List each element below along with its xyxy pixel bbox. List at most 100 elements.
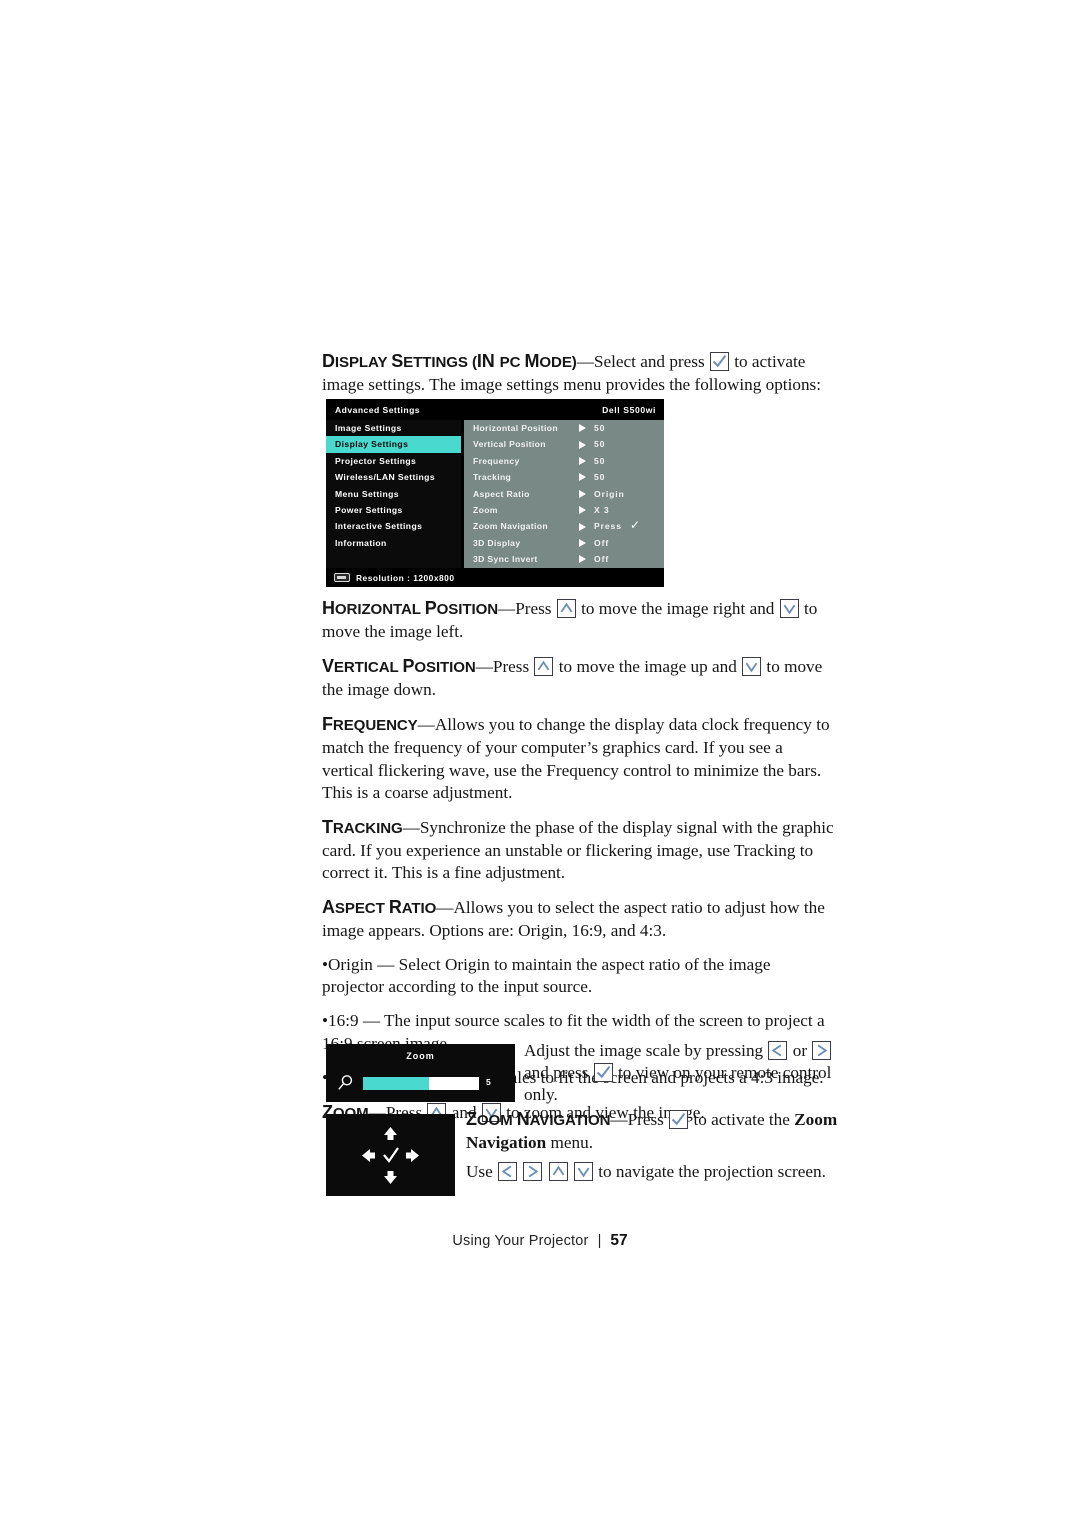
osd-row-3d-sync-invert[interactable]: 3D Sync Invert Off [464,551,664,567]
section-tracking: TRACKING—Synchronize the phase of the di… [322,816,834,884]
osd-row-tracking[interactable]: Tracking 50 [464,469,664,485]
intro-term: DISPLAY SETTINGS (IN PC MODE) [322,351,577,371]
resolution-icon [334,573,350,582]
section-term: ZOOM NAVIGATION [466,1109,611,1129]
nav-text-4: Use [466,1162,493,1182]
osd-row-value: Off [594,537,610,548]
osd-row-label: Vertical Position [473,439,546,450]
down-key-icon[interactable] [573,1162,593,1182]
osd-row-horizontal-position[interactable]: Horizontal Position 50 [464,420,664,436]
zoom-side-text-3: and press [524,1063,589,1083]
check-key-icon[interactable] [709,352,729,371]
section-term: FREQUENCY [322,714,418,735]
right-arrow-icon [579,489,586,498]
right-arrow-icon [579,539,586,548]
section-text-2: to move the image right and [581,599,775,618]
right-arrow-icon [579,424,586,433]
osd-row-value: 50 [594,472,606,483]
left-key-icon[interactable] [768,1041,788,1060]
right-arrow-icon [579,473,586,482]
osd-row-zoom[interactable]: Zoom X 3 [464,502,664,518]
osd-menu-item-information[interactable]: Information [326,535,461,551]
osd-right-panel: Horizontal Position 50 Vertical Position… [464,420,664,568]
osd-menu-item-wireless-lan-settings[interactable]: Wireless/LAN Settings [326,469,461,485]
section-frequency: FREQUENCY—Allows you to change the displ… [322,713,834,803]
page-number: 57 [610,1232,628,1249]
right-arrow-icon [579,555,586,564]
osd-row-aspect-ratio[interactable]: Aspect Ratio Origin [464,486,664,502]
check-key-icon[interactable] [669,1110,689,1129]
osd-menu-item-projector-settings[interactable]: Projector Settings [326,453,461,469]
up-arrow-icon [384,1127,397,1140]
zoom-widget-title: Zoom [406,1051,435,1061]
section-term: VERTICAL POSITION [322,656,476,677]
osd-title: Advanced Settings [335,405,421,415]
osd-menu-item-power-settings[interactable]: Power Settings [326,502,461,518]
zoom-side-text-1: Adjust the image scale by pressing [524,1041,764,1060]
left-arrow-icon [362,1149,375,1162]
osd-left-menu: Image Settings Display Settings Projecto… [326,420,461,568]
nav-text-2: to activate the [693,1110,790,1129]
zoom-side-text-2: or [792,1041,808,1060]
zoom-slider-track[interactable] [363,1077,479,1090]
osd-row-label: 3D Sync Invert [473,554,538,565]
down-key-icon[interactable] [742,657,762,677]
osd-status-bar: Resolution : 1200x800 [326,568,664,587]
resolution-label: Resolution : 1200x800 [356,573,455,583]
right-key-icon[interactable] [812,1041,832,1060]
osd-row-label: Aspect Ratio [473,488,530,499]
section-term: TRACKING [322,816,403,837]
osd-row-frequency[interactable]: Frequency 50 [464,453,664,469]
osd-menu-screenshot: Advanced Settings Dell S500wi Image Sett… [326,399,664,587]
osd-row-label: Zoom Navigation [473,521,548,532]
footer-separator: | [597,1233,602,1249]
section-term: ASPECT RATIO [322,897,437,918]
magnifier-icon [337,1074,355,1092]
page-footer: Using Your Projector | 57 [0,1232,1080,1250]
osd-row-vertical-position[interactable]: Vertical Position 50 [464,436,664,452]
osd-menu-item-display-settings[interactable]: Display Settings [326,436,461,453]
section-term: HORIZONTAL POSITION [322,598,499,618]
osd-menu-item-image-settings[interactable]: Image Settings [326,420,461,436]
nav-text-5: to navigate the projection screen. [598,1162,826,1182]
up-key-icon[interactable] [548,1162,568,1182]
up-key-icon[interactable] [556,599,576,618]
section-text-1: —Press [475,657,530,677]
right-arrow-icon [579,506,586,515]
right-arrow-icon [406,1149,419,1162]
osd-row-value: X 3 [594,504,610,515]
right-arrow-icon [579,457,586,466]
zoom-slider-value: 5 [486,1077,491,1087]
right-key-icon[interactable] [523,1162,543,1182]
footer-chapter-label: Using Your Projector [452,1233,589,1249]
up-key-icon[interactable] [534,657,554,677]
check-icon [383,1147,399,1163]
osd-row-value: Off [594,554,610,565]
osd-row-label: Tracking [473,472,512,483]
osd-row-label: Zoom [473,504,498,515]
intro-text-before: —Select and press [576,352,705,371]
section-text-2: to move the image up and [558,657,737,677]
zoom-side-text: Adjust the image scale by pressing or an… [524,1040,836,1118]
zoom-slider-screenshot: Zoom 5 [326,1044,515,1102]
down-key-icon[interactable] [779,599,799,618]
osd-row-label: Horizontal Position [473,423,558,433]
osd-row-value: 50 [594,423,606,433]
check-key-icon[interactable] [593,1063,613,1083]
zoom-slider-fill [363,1077,430,1090]
check-icon: ✓ [630,518,641,533]
intro-paragraph: DISPLAY SETTINGS (IN PC MODE)—Select and… [322,350,834,396]
left-key-icon[interactable] [498,1162,518,1182]
osd-row-3d-display[interactable]: 3D Display Off [464,535,664,551]
nav-text-1: —Press [610,1110,664,1129]
zoom-navigation-side-text: ZOOM NAVIGATION—Press to activate the Zo… [466,1108,838,1195]
zoom-navigation-screenshot [326,1114,455,1196]
right-arrow-icon [579,522,586,531]
osd-menu-item-menu-settings[interactable]: Menu Settings [326,486,461,502]
osd-row-zoom-navigation[interactable]: Zoom Navigation Press ✓ [464,518,664,534]
osd-model-label: Dell S500wi [602,405,656,415]
zoom-side-paragraph: Adjust the image scale by pressing or an… [524,1040,836,1106]
manual-page: DISPLAY SETTINGS (IN PC MODE)—Select and… [0,0,1080,1528]
osd-menu-item-interactive-settings[interactable]: Interactive Settings [326,518,461,534]
osd-row-value: 50 [594,455,606,466]
